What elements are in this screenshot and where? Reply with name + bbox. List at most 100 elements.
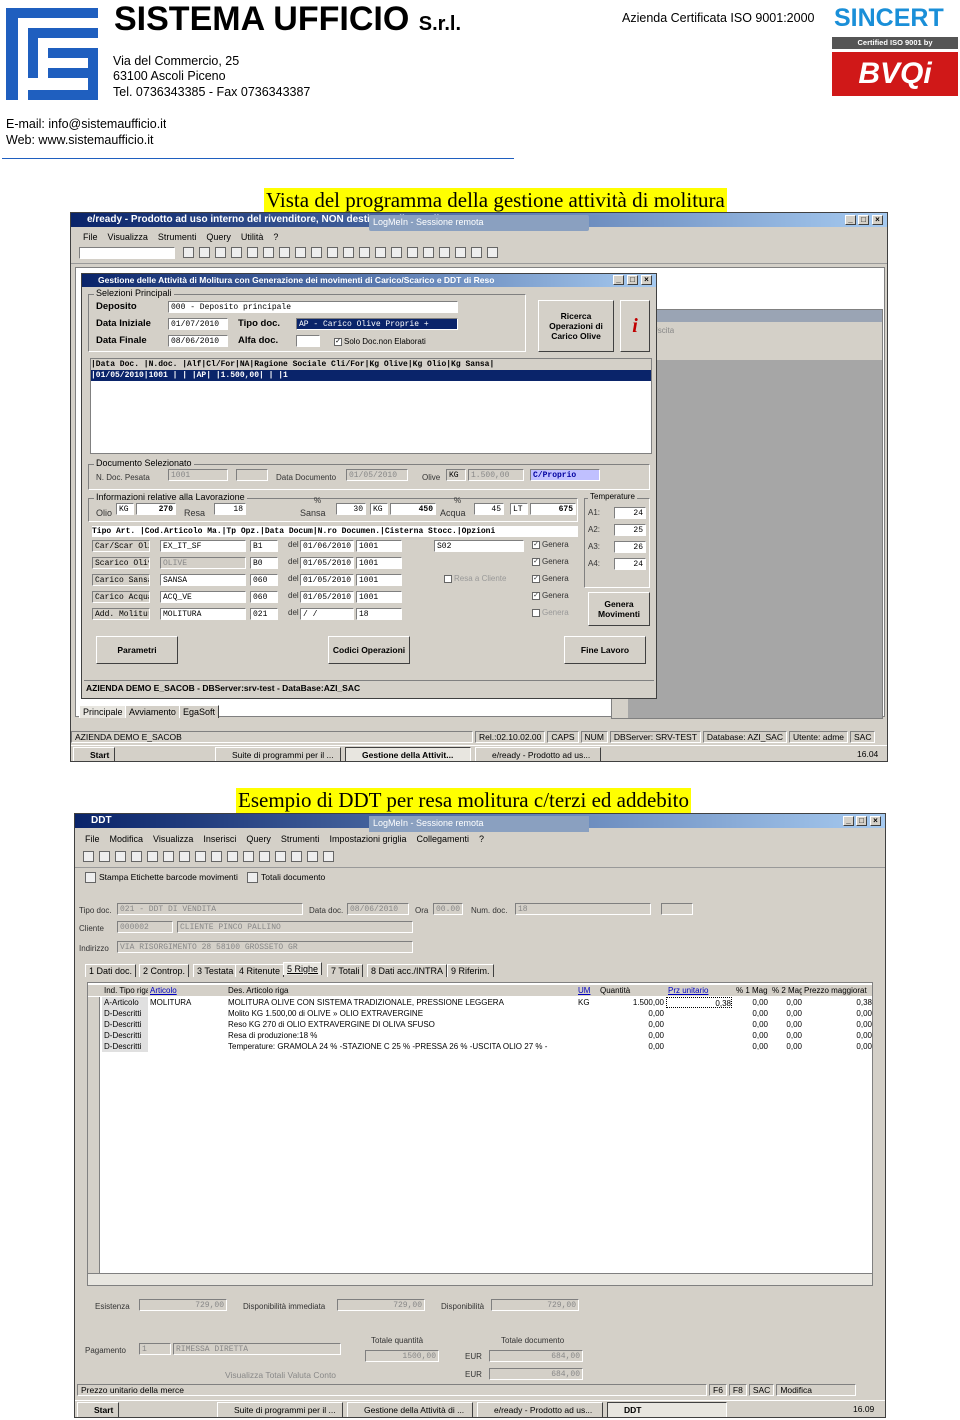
temp-a4-value[interactable]: 24 [614,558,646,570]
horizontal-scrollbar[interactable] [88,1273,872,1285]
alfa-doc-input[interactable] [296,335,320,347]
acqua-pct[interactable]: 45 [474,503,504,515]
maximize-button[interactable]: □ [858,215,869,225]
tab-ritenute[interactable]: 4 Ritenute [235,964,285,977]
menu-file[interactable]: File [85,834,100,844]
olio-value[interactable]: 270 [136,503,176,515]
fine-lavoro-button[interactable]: Fine Lavoro [564,636,646,664]
menu-strumenti[interactable]: Strumenti [158,232,197,242]
table-row[interactable]: D-Descritti Molito KG 1.500,00 di OLIVE … [88,1008,872,1019]
ddt-logmein-bar: LogMeIn - Sessione remota [369,816,589,832]
table-row[interactable]: D-Descritti Temperature: GRAMOLA 24 % -S… [88,1041,872,1052]
ddt-ora-value[interactable]: 00.00 [433,903,463,915]
ddt-cliente-label: Cliente [79,924,104,933]
acqua-lt[interactable]: 675 [530,503,576,515]
righe-grid[interactable]: Ind. Tipo riga Articolo Des. Articolo ri… [87,982,873,1286]
menu-visualizza[interactable]: Visualizza [108,232,148,242]
deposito-select[interactable]: 000 - Deposito principale [168,301,458,313]
esistenza-label: Esistenza [95,1302,130,1311]
menu-utilita[interactable]: Utilità [241,232,264,242]
tab-totali[interactable]: 7 Totali [327,964,364,977]
ddt-minimize-button[interactable]: _ [843,816,854,826]
ddt-data-doc-value[interactable]: 08/06/2010 [347,903,409,915]
menu-collegamenti[interactable]: Collegamenti [416,834,469,844]
taskbar: Start Suite di programmi per il ... Gest… [71,745,887,761]
menu-inserisci[interactable]: Inserisci [203,834,236,844]
totali-documento-button[interactable]: Totali documento [247,872,325,883]
taskbar-item[interactable]: Suite di programmi per il ... [217,1402,343,1417]
ddt-statusbar: Prezzo unitario della merce F6 F8 SAC Modifi… [77,1384,885,1396]
stampa-etichette-button[interactable]: Stampa Etichette barcode movimenti [85,872,238,883]
menu-help[interactable]: ? [479,834,484,844]
taskbar-item[interactable]: Gestione della Attivit... [345,747,471,761]
dialog-close-button[interactable]: × [641,275,652,285]
tab-dati-doc[interactable]: 1 Dati doc. [85,964,137,977]
data-iniziale-input[interactable]: 01/07/2010 [168,318,228,330]
menu-strumenti[interactable]: Strumenti [281,834,320,844]
start-button[interactable]: Start [77,1402,119,1417]
tipo-doc-select[interactable]: AP - Carico Olive Proprie + [296,318,458,330]
menu-impostazioni[interactable]: Impostazioni griglia [329,834,406,844]
resa-value[interactable]: 18 [214,503,246,515]
taskbar-item[interactable]: DDT [607,1402,727,1417]
olive-value: 1.500,00 [468,469,524,481]
menu-visualizza[interactable]: Visualizza [153,834,193,844]
table-row[interactable]: ▶ A-Articolo MOLITURA MOLITURA OLIVE CON… [88,997,872,1008]
tab-egasoft[interactable]: EgaSoft [179,705,220,718]
dialog-maximize-button[interactable]: □ [627,275,638,285]
temperature-caption: Temperature [588,492,637,501]
tab-riferim[interactable]: 9 Riferim. [447,964,494,977]
menu-modifica[interactable]: Modifica [110,834,144,844]
ddt-cliente-code[interactable]: 000002 [117,921,173,933]
tab-testata[interactable]: 3 Testata [193,964,238,977]
table-row[interactable]: D-Descritti Reso KG 270 di OLIO EXTRAVER… [88,1019,872,1030]
menu-query[interactable]: Query [246,834,271,844]
temp-a1-value[interactable]: 24 [614,507,646,519]
close-button[interactable]: × [872,215,883,225]
sansa-kg[interactable]: 450 [390,503,436,515]
tab-principale[interactable]: Principale [79,705,127,718]
menu-query[interactable]: Query [206,232,231,242]
ddt-num-doc-alfa[interactable] [661,903,693,915]
taskbar-item[interactable]: e/ready - Prodotto ad us... [475,747,601,761]
minimize-button[interactable]: _ [845,215,856,225]
genera-movimenti-button[interactable]: Genera Movimenti [588,592,650,626]
data-finale-label: Data Finale [96,335,147,346]
company-name: SISTEMA UFFICIO S.r.l. [114,0,461,38]
temp-a3-value[interactable]: 26 [614,541,646,553]
solo-doc-checkbox[interactable]: ✓ Solo Doc.non Elaborati [334,337,426,346]
data-iniziale-label: Data Iniziale [96,318,151,329]
sansa-label: Sansa [300,508,326,518]
dialog-minimize-button[interactable]: _ [613,275,624,285]
tab-avviamento[interactable]: Avviamento [125,705,180,718]
codici-operazioni-button[interactable]: Codici Operazioni [328,636,410,664]
parametri-button[interactable]: Parametri [96,636,178,664]
menu-help[interactable]: ? [273,232,278,242]
tab-righe[interactable]: 5 Righe [283,962,323,975]
ddt-num-doc-value[interactable]: 18 [515,903,651,915]
taskbar-item[interactable]: Suite di programmi per il ... [215,747,341,761]
data-finale-input[interactable]: 08/06/2010 [168,335,228,347]
pagamento-code[interactable]: 1 [139,1343,171,1355]
ddt-toolbar [75,848,885,868]
screenshot-molitura: e/ready - Prodotto ad uso interno del ri… [70,212,888,762]
toolbar-combo[interactable] [79,247,175,259]
taskbar-item[interactable]: Gestione della Attività di ... [347,1402,473,1417]
start-button[interactable]: Start [73,747,115,761]
sansa-pct[interactable]: 30 [336,503,366,515]
operazioni-grid[interactable]: |Data Doc. |N.doc. |Alf|Cl/For|NA|Ragion… [90,358,652,454]
table-row[interactable]: D-Descritti Resa di produzione:18 % 0,00… [88,1030,872,1041]
main-menubar: File Visualizza Strumenti Query Utilità? [83,232,288,242]
menu-file[interactable]: File [83,232,98,242]
ddt-close-button[interactable]: × [870,816,881,826]
ricerca-button[interactable]: Ricerca Operazioni di Carico Olive [538,300,614,352]
tab-controp[interactable]: 2 Controp. [139,964,190,977]
info-button[interactable]: i [620,300,650,352]
ddt-tipo-doc-value[interactable]: 021 - DDT DI VENDITA [117,903,303,915]
grid-row-selected[interactable]: |01/05/2010|1001 | | |AP| |1.500,00| | |… [91,370,651,381]
visualizza-totali-button[interactable]: Visualizza Totali Valuta Conto [225,1370,336,1380]
tab-dati-acc[interactable]: 8 Dati acc./INTRA [367,964,448,977]
temp-a2-value[interactable]: 25 [614,524,646,536]
ddt-maximize-button[interactable]: □ [856,816,867,826]
taskbar-item[interactable]: e/ready - Prodotto ad us... [477,1402,603,1417]
